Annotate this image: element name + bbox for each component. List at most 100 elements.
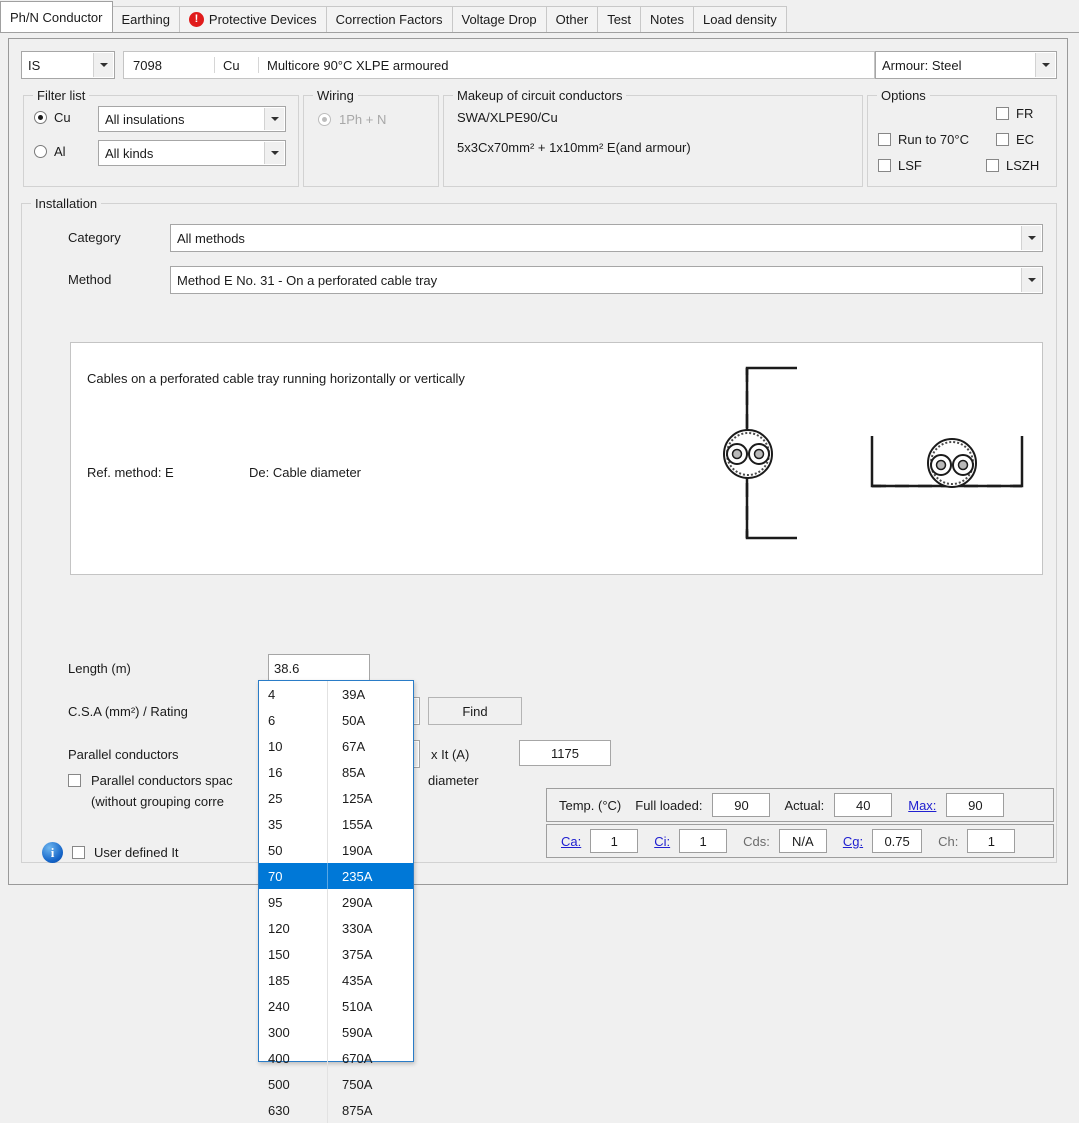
factor-ci-link[interactable]: Ci: <box>654 834 670 849</box>
makeup-line-1: SWA/XLPE90/Cu <box>457 110 558 125</box>
user-defined-it-row[interactable]: i User defined It <box>42 842 179 863</box>
chevron-down-icon[interactable] <box>264 108 284 130</box>
method-combo[interactable]: Method E No. 31 - On a perforated cable … <box>170 266 1043 294</box>
factor-ci-value-box[interactable]: 1 <box>679 829 727 853</box>
tab-correction-factors[interactable]: Correction Factors <box>326 6 453 32</box>
tab-earthing[interactable]: Earthing <box>112 6 180 32</box>
csa-option-row[interactable]: 120330A <box>259 915 413 941</box>
options-group: Options FR Run to 70°C EC LSF LSZH <box>867 95 1057 187</box>
csa-option-rating: 670A <box>327 1045 413 1071</box>
cable-type-description: Multicore 90°C XLPE armoured <box>258 57 874 73</box>
option-fr[interactable]: FR <box>996 106 1033 121</box>
option-ec-label: EC <box>1016 132 1034 147</box>
temp-full-loaded-label: Full loaded: <box>635 798 702 813</box>
armour-value: Armour: Steel <box>882 58 961 73</box>
tab-ph-n-conductor[interactable]: Ph/N Conductor <box>0 1 113 32</box>
csa-option-rating: 50A <box>327 707 413 733</box>
radio-1ph-n-icon[interactable] <box>318 113 331 126</box>
csa-option-row[interactable]: 300590A <box>259 1019 413 1045</box>
csa-option-size: 6 <box>259 713 327 728</box>
csa-dropdown-list[interactable]: 439A650A1067A1685A25125A35155A50190A7023… <box>258 680 414 1062</box>
csa-option-row[interactable]: 95290A <box>259 889 413 915</box>
insulation-filter-combo[interactable]: All insulations <box>98 106 286 132</box>
csa-option-row[interactable]: 1685A <box>259 759 413 785</box>
info-icon[interactable]: i <box>42 842 63 863</box>
csa-option-size: 400 <box>259 1051 327 1066</box>
armour-combo[interactable]: Armour: Steel <box>875 51 1057 79</box>
csa-option-size: 35 <box>259 817 327 832</box>
filter-list-title: Filter list <box>33 88 89 103</box>
chevron-down-icon[interactable] <box>93 53 113 77</box>
chevron-down-icon[interactable] <box>1021 226 1041 250</box>
csa-option-row[interactable]: 630875A <box>259 1097 413 1123</box>
csa-option-row[interactable]: 25125A <box>259 785 413 811</box>
csa-option-row[interactable]: 1067A <box>259 733 413 759</box>
temp-full-loaded-value-box[interactable]: 90 <box>712 793 770 817</box>
wiring-option-row[interactable]: 1Ph + N <box>318 112 386 127</box>
factor-cg-link[interactable]: Cg: <box>843 834 863 849</box>
option-ec[interactable]: EC <box>996 132 1034 147</box>
csa-option-row[interactable]: 185435A <box>259 967 413 993</box>
csa-option-rating: 39A <box>327 681 413 707</box>
tab-load-density[interactable]: Load density <box>693 6 787 32</box>
tab-label: Ph/N Conductor <box>10 2 103 33</box>
find-button[interactable]: Find <box>428 697 522 725</box>
checkbox-run-to-70c-icon[interactable] <box>878 133 891 146</box>
checkbox-parallel-spaced-icon[interactable] <box>68 774 81 787</box>
radio-al-icon[interactable] <box>34 145 47 158</box>
option-run-to-70c[interactable]: Run to 70°C <box>878 132 969 147</box>
wiring-title: Wiring <box>313 88 358 103</box>
csa-option-row[interactable]: 400670A <box>259 1045 413 1071</box>
tab-label: Other <box>556 7 589 33</box>
tab-test[interactable]: Test <box>597 6 641 32</box>
tab-notes[interactable]: Notes <box>640 6 694 32</box>
radio-cu-icon[interactable] <box>34 111 47 124</box>
factor-ca-link[interactable]: Ca: <box>561 834 581 849</box>
option-lsf-label: LSF <box>898 158 922 173</box>
filter-cu-radio-row[interactable]: Cu <box>34 110 71 125</box>
csa-option-size: 50 <box>259 843 327 858</box>
checkbox-user-defined-it-icon[interactable] <box>72 846 85 859</box>
csa-option-row[interactable]: 240510A <box>259 993 413 1019</box>
chevron-down-icon[interactable] <box>264 142 284 164</box>
csa-option-row[interactable]: 439A <box>259 681 413 707</box>
length-input[interactable]: 38.6 <box>268 654 370 682</box>
chevron-down-icon[interactable] <box>1021 268 1041 292</box>
checkbox-ec-icon[interactable] <box>996 133 1009 146</box>
option-lszh-label: LSZH <box>1006 158 1039 173</box>
category-combo[interactable]: All methods <box>170 224 1043 252</box>
tab-protective-devices[interactable]: ! Protective Devices <box>179 6 327 32</box>
parallel-conductors-label: Parallel conductors <box>68 747 179 762</box>
factor-cg-value: 0.75 <box>884 834 909 849</box>
parallel-spaced-checkbox-row[interactable]: Parallel conductors spac <box>68 773 233 788</box>
radio-cu-label: Cu <box>54 110 71 125</box>
factor-ca-value-box[interactable]: 1 <box>590 829 638 853</box>
option-lsf[interactable]: LSF <box>878 158 922 173</box>
factor-cg-value-box[interactable]: 0.75 <box>872 829 922 853</box>
csa-option-row[interactable]: 500750A <box>259 1071 413 1097</box>
factor-ci-value: 1 <box>700 834 707 849</box>
tab-other[interactable]: Other <box>546 6 599 32</box>
csa-option-row[interactable]: 150375A <box>259 941 413 967</box>
chevron-down-icon[interactable] <box>1035 53 1055 77</box>
tab-label: Correction Factors <box>336 7 443 33</box>
checkbox-lsf-icon[interactable] <box>878 159 891 172</box>
factor-ca-value: 1 <box>611 834 618 849</box>
tab-label: Voltage Drop <box>462 7 537 33</box>
standard-combo[interactable]: IS <box>21 51 115 79</box>
tab-voltage-drop[interactable]: Voltage Drop <box>452 6 547 32</box>
csa-option-row[interactable]: 70235A <box>259 863 413 889</box>
kind-filter-combo[interactable]: All kinds <box>98 140 286 166</box>
temp-max-value-box[interactable]: 90 <box>946 793 1004 817</box>
option-lszh[interactable]: LSZH <box>986 158 1039 173</box>
csa-option-row[interactable]: 650A <box>259 707 413 733</box>
csa-option-row[interactable]: 50190A <box>259 837 413 863</box>
csa-option-row[interactable]: 35155A <box>259 811 413 837</box>
temp-actual-value-box[interactable]: 40 <box>834 793 892 817</box>
filter-al-radio-row[interactable]: Al <box>34 144 66 159</box>
temp-max-link[interactable]: Max: <box>908 798 936 813</box>
diagram-ref-method: Ref. method: E <box>87 465 174 480</box>
csa-option-size: 630 <box>259 1103 327 1118</box>
checkbox-fr-icon[interactable] <box>996 107 1009 120</box>
checkbox-lszh-icon[interactable] <box>986 159 999 172</box>
